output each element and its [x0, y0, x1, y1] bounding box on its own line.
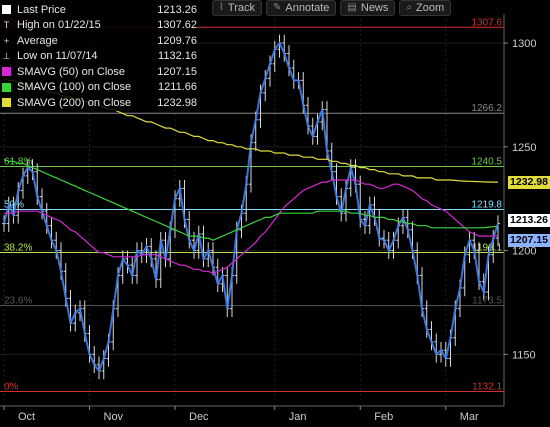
- legend-label: High on 01/22/15: [17, 19, 101, 32]
- x-tick-label: Oct: [18, 411, 35, 423]
- legend-value: 1207.15: [157, 65, 197, 78]
- legend-row: SMAVG (50) on Close 1207.15: [0, 64, 197, 80]
- chart-icon: ⌇: [219, 2, 224, 13]
- legend-value: 1211.66: [158, 81, 197, 94]
- legend-value: 1132.16: [158, 50, 197, 63]
- legend-row: Last Price 1213.26: [0, 2, 197, 18]
- toolbar-annotate-button[interactable]: ✎ Annotate: [265, 0, 337, 16]
- fib-level-label: 38.2%: [4, 242, 32, 253]
- y-tick-label: 1200: [512, 246, 536, 258]
- legend-value: 1213.26: [157, 3, 197, 16]
- fib-level-label: 23.6%: [4, 296, 32, 307]
- legend-swatch: [2, 5, 11, 15]
- legend-label: Last Price: [17, 3, 66, 16]
- legend-marker-icon: +: [3, 35, 10, 46]
- legend-label: SMAVG (200) on Close: [17, 96, 132, 109]
- fib-level-value: 1307.6: [471, 17, 502, 28]
- price-tag: 1213.26: [508, 214, 550, 228]
- toolbar-button-label: Track: [227, 2, 255, 14]
- toolbar-button-label: Annotate: [285, 2, 330, 14]
- fib-level-value: 1219.8: [471, 199, 502, 210]
- legend-row: ⊥ Low on 11/07/14 1132.16: [0, 49, 197, 65]
- toolbar-button-label: News: [360, 2, 389, 14]
- y-tick-label: 1150: [512, 349, 536, 361]
- fib-level-label: 0%: [4, 381, 19, 392]
- fib-level-value: 1132.1: [472, 381, 502, 392]
- toolbar-button-label: Zoom: [416, 2, 445, 14]
- legend-swatch: [2, 82, 11, 92]
- price-tag: 1232.98: [508, 175, 550, 189]
- legend-row: SMAVG (200) on Close 1232.98: [0, 95, 197, 111]
- y-tick-label: 1250: [512, 142, 536, 154]
- news-icon: ▤: [347, 2, 357, 13]
- y-tick-label: 1300: [512, 38, 536, 50]
- chart-legend: Last Price 1213.26 T High on 01/22/15 1307.6…: [0, 0, 197, 111]
- legend-swatch: [2, 67, 11, 77]
- legend-swatch: [2, 98, 11, 108]
- toolbar-news-button[interactable]: ▤ News: [340, 0, 396, 16]
- legend-marker-icon: T: [3, 20, 10, 31]
- legend-value: 1209.76: [157, 34, 197, 47]
- x-tick-label: Mar: [460, 411, 479, 423]
- legend-marker-icon: ⊥: [2, 50, 11, 61]
- legend-label: SMAVG (50) on Close: [17, 65, 126, 78]
- legend-value: 1232.98: [157, 96, 197, 109]
- legend-label: Average: [17, 34, 58, 47]
- fib-level-value: 1173.5: [472, 296, 502, 307]
- legend-value: 1307.62: [157, 19, 197, 32]
- fib-level-value: 1266.2: [471, 103, 502, 114]
- legend-row: SMAVG (100) on Close 1211.66: [0, 80, 197, 96]
- toolbar-zoom-button[interactable]: ⌕ Zoom: [399, 0, 452, 16]
- legend-row: T High on 01/22/15 1307.62: [0, 18, 197, 34]
- price-tag: 1207.15: [508, 233, 550, 247]
- x-tick-label: Nov: [104, 411, 124, 423]
- legend-row: + Average 1209.76: [0, 33, 197, 49]
- fib-level-value: 1240.5: [471, 157, 502, 168]
- x-tick-label: Jan: [289, 411, 307, 423]
- toolbar-track-button[interactable]: ⌇ Track: [212, 0, 262, 16]
- legend-label: Low on 11/07/14: [17, 50, 98, 63]
- x-tick-label: Dec: [189, 411, 209, 423]
- x-tick-label: Feb: [374, 411, 393, 423]
- legend-label: SMAVG (100) on Close: [17, 81, 132, 94]
- pencil-icon: ✎: [272, 2, 282, 13]
- chart-toolbar: ⌇ Track ✎ Annotate ▤ News ⌕ Zoom: [212, 0, 452, 16]
- sma50-line: [4, 179, 499, 275]
- search-icon: ⌕: [406, 2, 412, 13]
